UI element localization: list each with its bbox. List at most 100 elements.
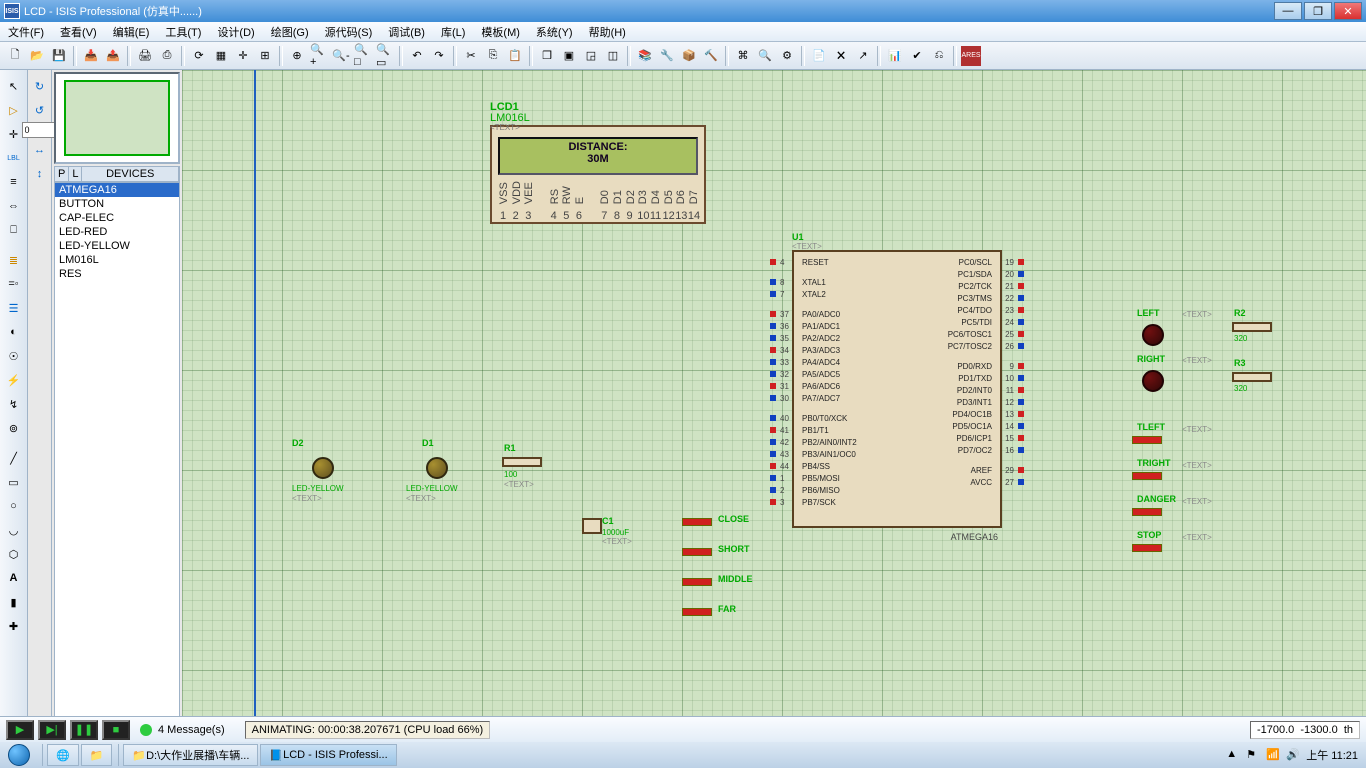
device-list[interactable]: ATMEGA16 BUTTON CAP-ELEC LED-RED LED-YEL… — [54, 182, 180, 740]
network-icon[interactable]: 📶 — [1266, 748, 1280, 762]
graph-icon[interactable]: ☰ — [4, 298, 24, 318]
button-short[interactable] — [682, 548, 712, 556]
button-tright[interactable] — [1132, 472, 1162, 480]
menu-design[interactable]: 设计(D) — [209, 22, 262, 41]
virtual-instrument-icon[interactable]: ⊚ — [4, 418, 24, 438]
led-right[interactable] — [1142, 370, 1164, 392]
erc-icon[interactable]: ✔ — [907, 46, 927, 66]
list-item[interactable]: BUTTON — [55, 197, 179, 211]
text-script-icon[interactable]: ≡ — [4, 172, 24, 192]
component-icon[interactable]: ▷ — [4, 100, 24, 120]
del-sheet-icon[interactable]: 🗙 — [831, 46, 851, 66]
button-stop[interactable] — [1132, 544, 1162, 552]
list-item[interactable]: LED-YELLOW — [55, 239, 179, 253]
clock[interactable]: 上午 11:21 — [1306, 747, 1358, 763]
open-icon[interactable]: 📂 — [27, 46, 47, 66]
block-move-icon[interactable]: ▣ — [559, 46, 579, 66]
zoomout-icon[interactable]: 🔍- — [331, 46, 351, 66]
menu-debug[interactable]: 调试(B) — [380, 22, 433, 41]
list-item[interactable]: LM016L — [55, 253, 179, 267]
netlist-icon[interactable]: ⎌ — [929, 46, 949, 66]
path-icon[interactable]: ⬡ — [4, 544, 24, 564]
rotate-ccw-icon[interactable]: ↺ — [30, 100, 50, 120]
generator-icon[interactable]: ☉ — [4, 346, 24, 366]
schematic-canvas[interactable]: LCD1 LM016L <TEXT> DISTANCE: 30M VSSVDDV… — [182, 70, 1366, 742]
overview-panel[interactable] — [54, 72, 180, 164]
import-icon[interactable]: 📥 — [81, 46, 101, 66]
menu-library[interactable]: 库(L) — [433, 22, 473, 41]
play-button[interactable]: ▶ — [6, 720, 34, 740]
save-icon[interactable]: 💾 — [49, 46, 69, 66]
zoomall-icon[interactable]: 🔍□ — [353, 46, 373, 66]
button-close[interactable] — [682, 518, 712, 526]
tray-icon[interactable]: ▲ — [1226, 748, 1240, 762]
mirror-v-icon[interactable]: ↕ — [30, 164, 50, 184]
copy-icon[interactable]: ⎘ — [483, 46, 503, 66]
step-button[interactable]: ▶| — [38, 720, 66, 740]
button-middle[interactable] — [682, 578, 712, 586]
bom-icon[interactable]: 📊 — [885, 46, 905, 66]
task-folder[interactable]: 📁 D:\大作业展播\车辆... — [123, 744, 258, 766]
ares-icon[interactable]: ARES — [961, 46, 981, 66]
p-button[interactable]: P — [55, 167, 69, 181]
pan-icon[interactable]: ⊞ — [255, 46, 275, 66]
rotate-cw-icon[interactable]: ↻ — [30, 76, 50, 96]
menu-draw[interactable]: 绘图(G) — [263, 22, 317, 41]
flag-icon[interactable]: ⚑ — [1246, 748, 1260, 762]
box-icon[interactable]: ▭ — [4, 472, 24, 492]
wire-autoroute-icon[interactable]: ⌘ — [733, 46, 753, 66]
volume-icon[interactable]: 🔊 — [1286, 748, 1300, 762]
refresh-icon[interactable]: ⟳ — [189, 46, 209, 66]
circle-icon[interactable]: ○ — [4, 496, 24, 516]
prop-icon[interactable]: ⚙ — [777, 46, 797, 66]
menu-file[interactable]: 文件(F) — [0, 22, 52, 41]
led-d2[interactable] — [312, 457, 334, 479]
list-item[interactable]: LED-RED — [55, 225, 179, 239]
cap-c1[interactable] — [582, 518, 602, 534]
undo-icon[interactable]: ↶ — [407, 46, 427, 66]
list-item[interactable]: RES — [55, 267, 179, 281]
current-probe-icon[interactable]: ↯ — [4, 394, 24, 414]
origin-icon[interactable]: ✛ — [233, 46, 253, 66]
line-icon[interactable]: ╱ — [4, 448, 24, 468]
search-icon[interactable]: 🔍 — [755, 46, 775, 66]
button-far[interactable] — [682, 608, 712, 616]
package-icon[interactable]: 📦 — [679, 46, 699, 66]
bus-icon[interactable]: ⇔ — [4, 196, 24, 216]
cut-icon[interactable]: ✂ — [461, 46, 481, 66]
stop-button[interactable]: ■ — [102, 720, 130, 740]
new-icon[interactable]: 🗋 — [5, 46, 25, 66]
pick-icon[interactable]: 📚 — [635, 46, 655, 66]
resistor-r1[interactable] — [502, 457, 542, 467]
lcd-component[interactable]: LCD1 LM016L <TEXT> DISTANCE: 30M VSSVDDV… — [490, 125, 706, 224]
block-copy-icon[interactable]: ❒ — [537, 46, 557, 66]
pinned-ie-icon[interactable]: 🌐 — [47, 744, 79, 766]
menu-edit[interactable]: 编辑(E) — [105, 22, 158, 41]
grid-icon[interactable]: ▦ — [211, 46, 231, 66]
device-pin-icon[interactable]: =◦ — [4, 274, 24, 294]
menu-help[interactable]: 帮助(H) — [581, 22, 634, 41]
export-icon[interactable]: 📤 — [103, 46, 123, 66]
arc-icon[interactable]: ◡ — [4, 520, 24, 540]
center-icon[interactable]: ⊕ — [287, 46, 307, 66]
selection-icon[interactable]: ↖ — [4, 76, 24, 96]
button-danger[interactable] — [1132, 508, 1162, 516]
menu-tools[interactable]: 工具(T) — [157, 22, 209, 41]
terminal-icon[interactable]: ≣ — [4, 250, 24, 270]
paste-icon[interactable]: 📋 — [505, 46, 525, 66]
resistor-r3[interactable] — [1232, 372, 1272, 382]
tape-icon[interactable]: ◐ — [4, 322, 24, 342]
led-left[interactable] — [1142, 324, 1164, 346]
led-d1[interactable] — [426, 457, 448, 479]
minimize-button[interactable]: — — [1274, 2, 1302, 20]
mcu-component[interactable]: U1 <TEXT> RESET4XTAL18XTAL27PA0/ADC037PA… — [792, 250, 1002, 528]
wirelabel-icon[interactable]: LBL — [4, 148, 24, 168]
menu-template[interactable]: 模板(M) — [473, 22, 528, 41]
menu-system[interactable]: 系统(Y) — [528, 22, 581, 41]
text-icon[interactable]: A — [4, 568, 24, 588]
list-item[interactable]: ATMEGA16 — [55, 183, 179, 197]
print-icon[interactable]: 🖨 — [135, 46, 155, 66]
maximize-button[interactable]: ❐ — [1304, 2, 1332, 20]
make-icon[interactable]: 🔧 — [657, 46, 677, 66]
l-button[interactable]: L — [69, 167, 82, 181]
